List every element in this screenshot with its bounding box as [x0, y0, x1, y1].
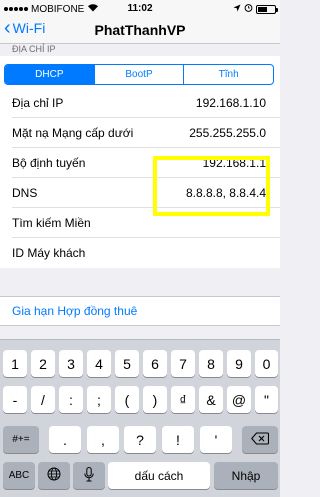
key-dong[interactable]: ₫: [171, 386, 195, 413]
battery-icon: [256, 4, 278, 14]
key-question[interactable]: ?: [124, 426, 156, 453]
backspace-icon: [251, 431, 270, 448]
segment-label: Tĩnh: [218, 69, 239, 80]
globe-icon: [47, 467, 61, 484]
segment-dhcp[interactable]: DHCP: [5, 65, 94, 84]
key-quote[interactable]: ": [255, 386, 278, 413]
segment-label: DHCP: [35, 69, 64, 80]
key-dash[interactable]: -: [3, 386, 27, 413]
key-abc[interactable]: ABC: [3, 462, 35, 489]
row-label: Mặt nạ Mạng cấp dưới: [12, 126, 134, 140]
key-apostrophe[interactable]: ': [200, 426, 232, 453]
segment-container: DHCP BootP Tĩnh: [0, 56, 280, 92]
segment-static[interactable]: Tĩnh: [183, 65, 273, 84]
page-title: PhatThanhVP: [94, 22, 186, 38]
alarm-icon: [244, 3, 253, 15]
location-icon: [233, 4, 241, 15]
key-5[interactable]: 5: [115, 350, 139, 377]
segment-bootp[interactable]: BootP: [93, 65, 184, 84]
space-key[interactable]: dấu cách: [108, 462, 210, 489]
keyboard: 1 2 3 4 5 6 7 8 9 0 - / : ; ( ) ₫ & @ " …: [0, 339, 280, 497]
return-key[interactable]: Nhập: [214, 462, 278, 489]
key-at[interactable]: @: [227, 386, 251, 413]
key-open-paren[interactable]: (: [115, 386, 139, 413]
key-7[interactable]: 7: [171, 350, 195, 377]
key-8[interactable]: 8: [199, 350, 223, 377]
key-3[interactable]: 3: [59, 350, 83, 377]
backspace-key[interactable]: [242, 426, 278, 453]
row-client-id[interactable]: ID Máy khách: [12, 238, 280, 268]
row-subnet-mask[interactable]: Mặt nạ Mạng cấp dưới 255.255.255.0: [12, 118, 280, 148]
key-semicolon[interactable]: ;: [87, 386, 111, 413]
status-bar: MOBIFONE 11:02: [0, 0, 280, 16]
row-label: ID Máy khách: [12, 246, 86, 260]
key-0[interactable]: 0: [255, 350, 278, 377]
key-close-paren[interactable]: ): [143, 386, 167, 413]
row-label: Địa chỉ IP: [12, 96, 64, 110]
row-label: DNS: [12, 186, 38, 200]
key-9[interactable]: 9: [227, 350, 251, 377]
key-4[interactable]: 4: [87, 350, 111, 377]
renew-lease-link[interactable]: Gia hạn Hợp đồng thuê: [12, 304, 137, 318]
key-6[interactable]: 6: [143, 350, 167, 377]
key-slash[interactable]: /: [31, 386, 55, 413]
renew-lease-row[interactable]: Gia hạn Hợp đồng thuê: [0, 296, 280, 326]
globe-key[interactable]: [38, 462, 70, 489]
nav-bar: ‹ Wi-Fi PhatThanhVP: [0, 16, 280, 44]
key-2[interactable]: 2: [31, 350, 55, 377]
row-label: Bộ định tuyến: [12, 156, 86, 170]
key-ampersand[interactable]: &: [199, 386, 223, 413]
key-exclamation[interactable]: !: [162, 426, 194, 453]
key-comma[interactable]: ,: [87, 426, 119, 453]
dns-highlight-box: [153, 156, 270, 216]
key-1[interactable]: 1: [3, 350, 27, 377]
key-period[interactable]: .: [49, 426, 81, 453]
row-label: Tìm kiếm Miền: [12, 216, 91, 230]
status-right: [233, 3, 278, 15]
microphone-icon: [84, 466, 94, 485]
ip-mode-segmented-control: DHCP BootP Tĩnh: [4, 64, 274, 85]
key-colon[interactable]: :: [59, 386, 83, 413]
row-value: 192.168.1.10: [195, 96, 266, 110]
key-symbols[interactable]: #+=: [3, 426, 39, 453]
row-value: 255.255.255.0: [189, 126, 266, 140]
row-ip-address[interactable]: Địa chỉ IP 192.168.1.10: [12, 88, 280, 118]
dictation-key[interactable]: [73, 462, 105, 489]
section-header: ĐỊA CHỈ IP: [12, 44, 56, 54]
segment-label: BootP: [125, 69, 153, 80]
